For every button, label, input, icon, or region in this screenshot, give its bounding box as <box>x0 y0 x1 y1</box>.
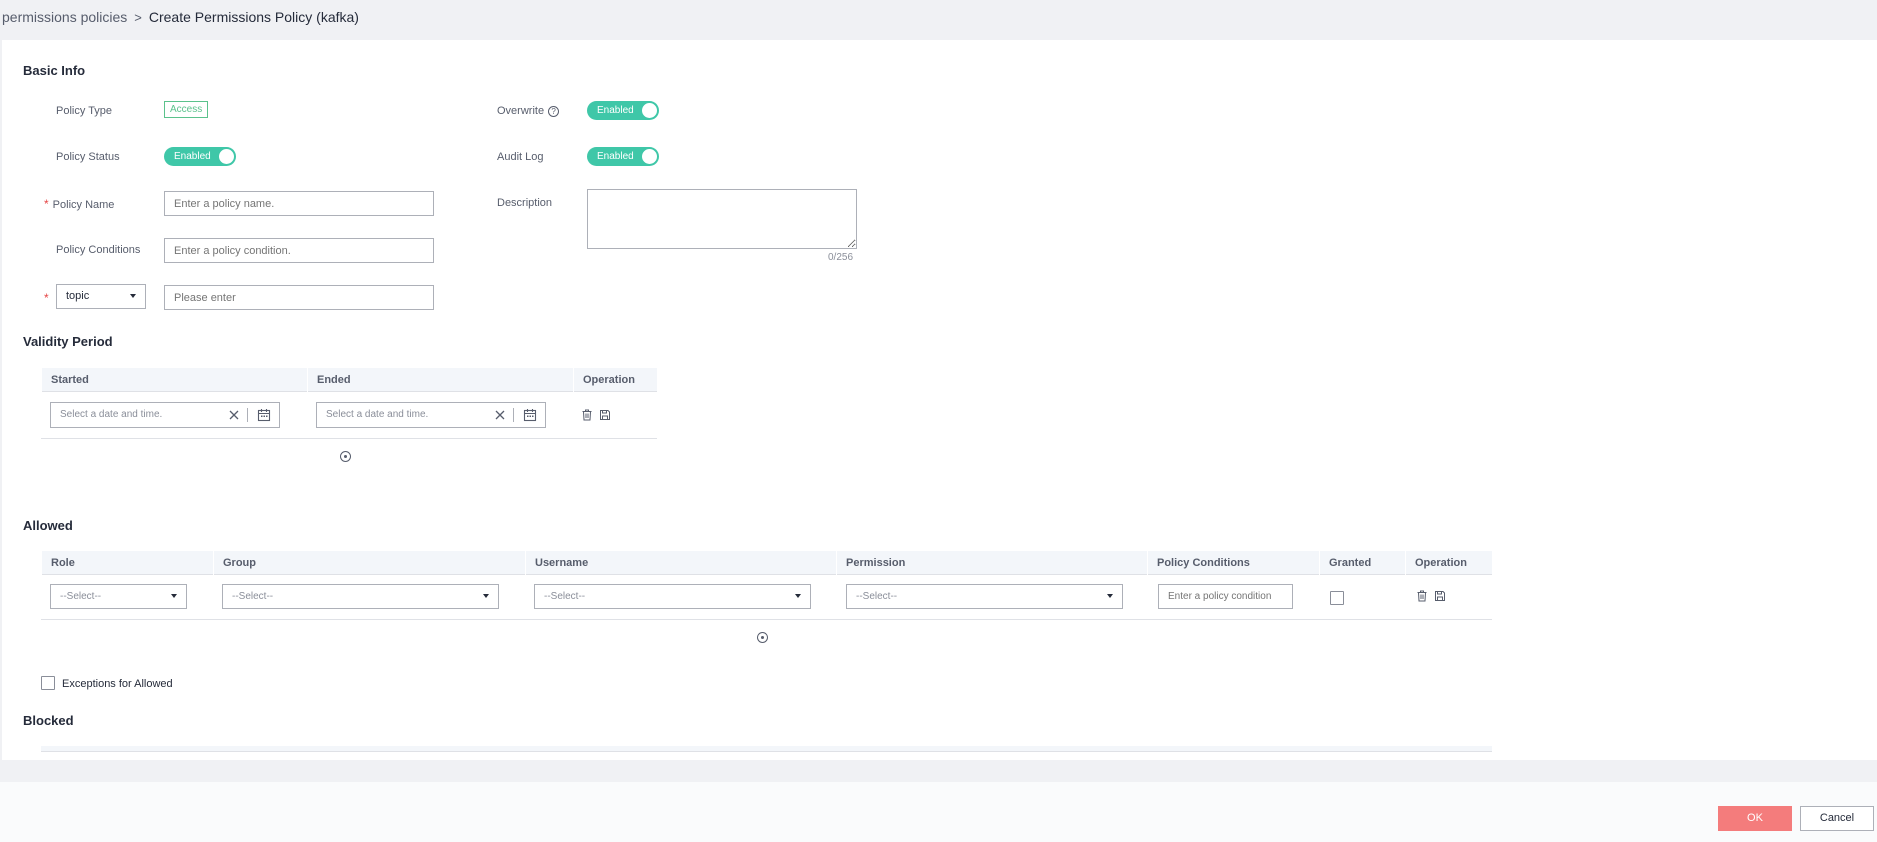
overwrite-toggle[interactable]: Enabled <box>587 101 659 120</box>
audit-log-label: Audit Log <box>497 151 544 163</box>
role-select[interactable]: --Select-- <box>50 584 187 609</box>
validity-table-header: Started Ended Operation <box>41 368 657 392</box>
column-header-operation: Operation <box>573 368 657 392</box>
ended-date-placeholder: Select a date and time. <box>326 409 429 420</box>
allowed-policy-condition-input[interactable] <box>1158 584 1293 609</box>
chevron-down-icon <box>1107 594 1113 598</box>
breadcrumb-parent-link[interactable]: permissions policies <box>2 9 127 25</box>
column-header-username: Username <box>525 551 836 575</box>
breadcrumb: permissions policies > Create Permission… <box>2 8 359 26</box>
permission-select-placeholder: --Select-- <box>856 591 898 602</box>
column-header-ended: Ended <box>307 368 573 392</box>
column-header-started: Started <box>41 368 307 392</box>
resource-input[interactable] <box>164 285 434 310</box>
divider <box>247 408 248 422</box>
granted-checkbox[interactable] <box>1330 591 1344 605</box>
clear-icon[interactable] <box>227 408 241 422</box>
calendar-icon[interactable] <box>523 408 537 422</box>
allowed-table-header: Role Group Username Permission Policy Co… <box>41 551 1492 575</box>
column-header-policy-conditions: Policy Conditions <box>1147 551 1319 575</box>
resource-type-value: topic <box>66 290 90 302</box>
permission-select[interactable]: --Select-- <box>846 584 1123 609</box>
column-header-granted: Granted <box>1319 551 1405 575</box>
description-counter: 0/256 <box>828 252 854 263</box>
toggle-knob <box>219 149 234 164</box>
add-circle-icon[interactable] <box>757 632 768 643</box>
policy-status-toggle-label: Enabled <box>174 151 211 162</box>
overwrite-toggle-label: Enabled <box>597 105 634 116</box>
username-select[interactable]: --Select-- <box>534 584 811 609</box>
policy-conditions-input[interactable] <box>164 238 434 263</box>
blocked-title: Blocked <box>23 713 74 728</box>
policy-type-label: Policy Type <box>56 105 113 117</box>
divider <box>513 408 514 422</box>
resource-type-select[interactable]: topic <box>56 284 146 309</box>
footer-bar <box>0 782 1877 842</box>
resource-required-mark: * <box>44 291 53 305</box>
allowed-title: Allowed <box>23 518 73 533</box>
policy-name-label-text: Policy Name <box>52 199 115 211</box>
ok-button[interactable]: OK <box>1718 806 1792 831</box>
policy-type-tag: Access <box>164 101 209 118</box>
delete-icon[interactable] <box>581 409 593 421</box>
policy-name-input[interactable] <box>164 191 434 216</box>
column-header-role: Role <box>41 551 213 575</box>
help-icon[interactable]: ? <box>548 105 560 117</box>
exceptions-allowed-label: Exceptions for Allowed <box>62 678 173 690</box>
page-title: Create Permissions Policy (kafka) <box>148 9 359 25</box>
breadcrumb-separator: > <box>134 9 142 25</box>
group-select-placeholder: --Select-- <box>232 591 274 602</box>
row-divider <box>41 438 657 439</box>
save-icon[interactable] <box>1434 590 1446 602</box>
toggle-knob <box>642 149 657 164</box>
basic-info-title: Basic Info <box>23 63 86 78</box>
audit-log-toggle[interactable]: Enabled <box>587 147 659 166</box>
exceptions-allowed-checkbox[interactable] <box>41 676 55 690</box>
policy-status-label: Policy Status <box>56 151 120 163</box>
save-icon[interactable] <box>599 409 611 421</box>
description-label: Description <box>497 197 553 209</box>
policy-status-toggle[interactable]: Enabled <box>164 147 236 166</box>
row-divider <box>41 619 1492 620</box>
ended-date-input[interactable]: Select a date and time. <box>316 402 546 428</box>
cancel-button[interactable]: Cancel <box>1800 806 1874 831</box>
validity-period-title: Validity Period <box>23 334 113 349</box>
blocked-table-header <box>41 746 1492 752</box>
required-mark: * <box>44 197 49 211</box>
chevron-down-icon <box>171 594 177 598</box>
clear-icon[interactable] <box>493 408 507 422</box>
overwrite-label: Overwrite? <box>497 105 560 117</box>
role-select-placeholder: --Select-- <box>60 591 102 602</box>
started-date-input[interactable]: Select a date and time. <box>50 402 280 428</box>
group-select[interactable]: --Select-- <box>222 584 499 609</box>
started-date-placeholder: Select a date and time. <box>60 409 163 420</box>
chevron-down-icon <box>130 294 136 298</box>
column-header-operation: Operation <box>1405 551 1492 575</box>
policy-conditions-label: Policy Conditions <box>56 244 141 256</box>
delete-icon[interactable] <box>1416 590 1428 602</box>
username-select-placeholder: --Select-- <box>544 591 586 602</box>
policy-form-panel <box>2 40 1877 760</box>
add-circle-icon[interactable] <box>340 451 351 462</box>
overwrite-label-text: Overwrite <box>497 105 545 117</box>
column-header-group: Group <box>213 551 525 575</box>
policy-name-label: * Policy Name <box>44 197 114 211</box>
column-header-permission: Permission <box>836 551 1147 575</box>
toggle-knob <box>642 103 657 118</box>
chevron-down-icon <box>795 594 801 598</box>
chevron-down-icon <box>483 594 489 598</box>
calendar-icon[interactable] <box>257 408 271 422</box>
required-mark: * <box>44 291 49 305</box>
audit-log-toggle-label: Enabled <box>597 151 634 162</box>
description-textarea[interactable] <box>587 189 857 249</box>
